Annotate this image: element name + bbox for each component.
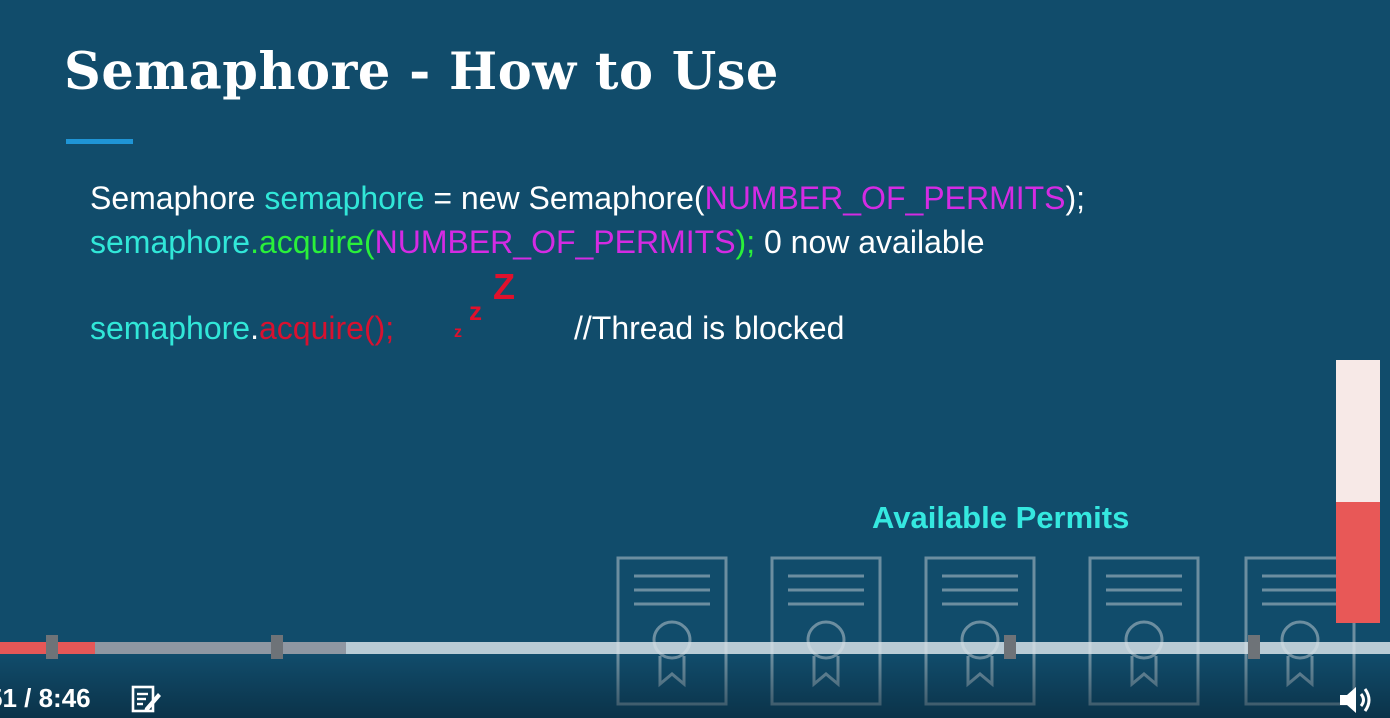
code-line-3: semaphore.acquire();: [90, 310, 394, 346]
code-token: 0 now available: [755, 224, 985, 260]
volume-slider-fill[interactable]: [1336, 502, 1380, 623]
available-permits-label: Available Permits: [872, 500, 1130, 535]
code-token: .: [250, 310, 259, 346]
code-token: acquire();: [258, 310, 395, 346]
code-token: );: [735, 224, 756, 260]
code-token: Semaphore: [90, 180, 265, 216]
chapter-marker[interactable]: [1248, 635, 1260, 659]
code-token: NUMBER_OF_PERMITS: [374, 224, 736, 260]
code-token: NUMBER_OF_PERMITS: [704, 180, 1066, 216]
notes-edit-icon[interactable]: [131, 684, 163, 718]
code-comment: //Thread is blocked: [574, 310, 845, 346]
speaker-icon[interactable]: [1338, 684, 1378, 718]
title-underline: [66, 139, 133, 144]
code-token: semaphore: [90, 310, 251, 346]
chapter-marker[interactable]: [1004, 635, 1016, 659]
code-line-1: Semaphore semaphore = new Semaphore(NUMB…: [90, 180, 1085, 216]
code-token: = new Semaphore(: [424, 180, 705, 216]
video-player[interactable]: Semaphore - How to Use Semaphore semapho…: [0, 0, 1390, 718]
time-display: 51 / 8:46: [0, 683, 91, 713]
code-token: .acquire(: [250, 224, 375, 260]
sleep-glyph-large: Z: [493, 266, 515, 307]
sleep-glyph-small: z: [454, 324, 462, 341]
code-token: semaphore: [90, 224, 251, 260]
chapter-marker[interactable]: [46, 635, 58, 659]
code-line-2: semaphore.acquire(NUMBER_OF_PERMITS); 0 …: [90, 224, 985, 260]
chapter-marker[interactable]: [271, 635, 283, 659]
sleep-glyph-medium: z: [469, 296, 482, 326]
controls-gradient: [0, 655, 1390, 718]
code-token: semaphore: [264, 180, 425, 216]
slide-title: Semaphore - How to Use: [64, 42, 779, 102]
code-token: );: [1065, 180, 1086, 216]
